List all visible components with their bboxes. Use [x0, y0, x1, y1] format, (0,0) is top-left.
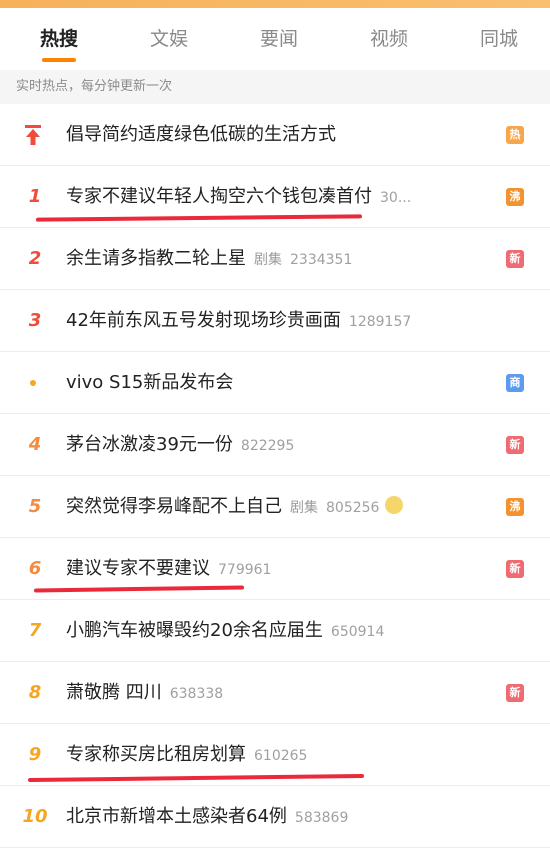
tab-hot-search[interactable]: 热搜	[28, 8, 90, 70]
tab-local[interactable]: 同城	[468, 8, 530, 70]
item-title-text: 42年前东风五号发射现场珍贵画面	[66, 310, 341, 331]
heat-count: 2334351	[290, 252, 353, 268]
item-title: 北京市新增本土感染者64例 583869	[66, 786, 348, 848]
top-header-strip	[0, 0, 550, 8]
item-title: 小鹏汽车被曝毁约20余名应届生 650914	[66, 600, 384, 662]
rank-number: 5	[28, 496, 42, 517]
tab-row: 热搜 文娱 要闻 视频 同城	[0, 8, 550, 70]
rank-number: 2	[28, 248, 42, 269]
item-title-text: 倡导简约适度绿色低碳的生活方式	[66, 124, 336, 145]
list-item[interactable]: 5 突然觉得李易峰配不上自己 剧集 805256 沸	[0, 476, 550, 538]
item-title-text: 专家称买房比租房划算	[66, 744, 246, 765]
tab-entertainment[interactable]: 文娱	[138, 8, 200, 70]
boil-badge: 沸	[506, 498, 524, 516]
list-item[interactable]: 9 专家称买房比租房划算 610265	[0, 724, 550, 786]
list-item[interactable]: 4 茅台冰激凌39元一份 822295 新	[0, 414, 550, 476]
new-badge: 新	[506, 684, 524, 702]
rank-number: 7	[28, 620, 42, 641]
list-item[interactable]: 10 北京市新增本土感染者64例 583869	[0, 786, 550, 848]
new-badge: 新	[506, 250, 524, 268]
item-title: 倡导简约适度绿色低碳的生活方式	[66, 104, 336, 166]
list-item[interactable]: 6 建议专家不要建议 779961 新	[0, 538, 550, 600]
hot-badge: 热	[506, 126, 524, 144]
item-title: 茅台冰激凌39元一份 822295	[66, 414, 294, 476]
heat-count: 638338	[169, 686, 224, 702]
item-title-text: vivo S15新品发布会	[66, 372, 234, 393]
item-title-text: 茅台冰激凌39元一份	[66, 434, 233, 455]
heat-count: 822295	[240, 438, 295, 454]
rank-number: 10	[22, 806, 48, 827]
list-item[interactable]: 2 余生请多指教二轮上星 剧集 2334351 新	[0, 228, 550, 290]
tab-label: 要闻	[259, 28, 298, 50]
rank-number: 8	[28, 682, 42, 703]
item-title-text: 萧敬腾 四川	[66, 682, 162, 703]
commercial-badge: 商	[506, 374, 524, 392]
heat-count: 1289157	[348, 314, 412, 330]
list-item[interactable]: 7 小鹏汽车被曝毁约20余名应届生 650914	[0, 600, 550, 662]
item-title: 42年前东风五号发射现场珍贵画面 1289157	[66, 290, 411, 352]
item-title-text: 突然觉得李易峰配不上自己	[66, 496, 282, 517]
update-notice: 实时热点，每分钟更新一次	[0, 70, 550, 104]
active-tab-indicator	[42, 58, 76, 62]
tab-label: 同城	[479, 28, 518, 50]
heat-count: 30...	[380, 190, 412, 206]
heat-count: 650914	[330, 624, 385, 640]
item-title-text: 小鹏汽车被曝毁约20余名应届生	[66, 620, 323, 641]
boil-badge: 沸	[506, 188, 524, 206]
tab-label: 文娱	[149, 28, 188, 50]
rank-number: 9	[28, 744, 42, 765]
list-item[interactable]: 8 萧敬腾 四川 638338 新	[0, 662, 550, 724]
category-tag: 剧集	[290, 500, 318, 516]
tab-label: 热搜	[40, 28, 79, 50]
item-title: vivo S15新品发布会	[66, 352, 233, 414]
item-title: 萧敬腾 四川 638338	[66, 662, 223, 724]
heat-count: 779961	[218, 562, 272, 578]
heat-count: 583869	[294, 810, 349, 826]
tab-label: 视频	[369, 28, 408, 50]
hot-search-list: 倡导简约适度绿色低碳的生活方式 热 1 专家不建议年轻人掏空六个钱包凑首付 30.…	[0, 104, 550, 848]
item-title-text: 余生请多指教二轮上星	[66, 248, 246, 269]
category-tag: 剧集	[254, 252, 282, 268]
list-item[interactable]: 3 42年前东风五号发射现场珍贵画面 1289157	[0, 290, 550, 352]
rank-number: 3	[28, 310, 42, 331]
tab-bar: 热搜 文娱 要闻 视频 同城	[0, 8, 550, 70]
new-badge: 新	[506, 436, 524, 454]
new-badge: 新	[506, 560, 524, 578]
list-item-pinned[interactable]: 倡导简约适度绿色低碳的生活方式 热	[0, 104, 550, 166]
item-title: 余生请多指教二轮上星 剧集 2334351	[66, 228, 352, 290]
rank-number: 4	[28, 434, 42, 455]
doge-emoji-icon	[385, 496, 404, 514]
item-title-text: 建议专家不要建议	[66, 558, 210, 579]
heat-count: 805256	[326, 500, 380, 516]
item-title: 突然觉得李易峰配不上自己 剧集 805256	[66, 476, 404, 538]
pin-to-top-icon	[25, 125, 41, 145]
list-item[interactable]: 1 专家不建议年轻人掏空六个钱包凑首付 30... 沸	[0, 166, 550, 228]
tab-news[interactable]: 要闻	[248, 8, 310, 70]
heat-count: 610265	[254, 748, 308, 764]
item-title-text: 专家不建议年轻人掏空六个钱包凑首付	[66, 186, 372, 207]
bullet-dot-icon	[30, 380, 36, 386]
tab-video[interactable]: 视频	[358, 8, 420, 70]
item-title-text: 北京市新增本土感染者64例	[66, 806, 287, 827]
list-item-promoted[interactable]: vivo S15新品发布会 商	[0, 352, 550, 414]
